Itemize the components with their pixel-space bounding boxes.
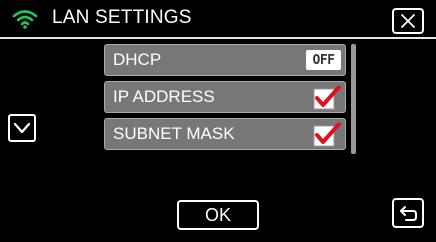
ok-button[interactable]: OK <box>177 200 259 230</box>
ok-label: OK <box>204 204 231 225</box>
close-button[interactable] <box>392 8 424 34</box>
setting-row-subnet-mask[interactable]: SUBNET MASK <box>104 118 346 150</box>
checkbox-checked-icon[interactable] <box>313 86 341 110</box>
setting-label: IP ADDRESS <box>113 87 215 106</box>
scroll-down-button[interactable] <box>8 114 36 142</box>
chevron-down-icon <box>13 122 31 134</box>
checkbox-checked-icon[interactable] <box>313 123 341 147</box>
back-arrow-icon <box>400 206 417 221</box>
wifi-icon <box>12 10 38 29</box>
page-title: LAN SETTINGS <box>52 7 192 28</box>
close-icon <box>401 14 415 28</box>
settings-list: DHCP OFF IP ADDRESS SUBNET MASK <box>104 44 346 155</box>
setting-row-dhcp[interactable]: DHCP OFF <box>104 44 346 76</box>
back-button[interactable] <box>392 198 424 228</box>
header-divider <box>0 37 436 39</box>
setting-label: SUBNET MASK <box>113 124 235 143</box>
setting-row-ip-address[interactable]: IP ADDRESS <box>104 81 346 113</box>
off-toggle[interactable]: OFF <box>306 50 341 70</box>
scrollbar[interactable] <box>351 44 356 154</box>
setting-label: DHCP <box>113 50 162 69</box>
